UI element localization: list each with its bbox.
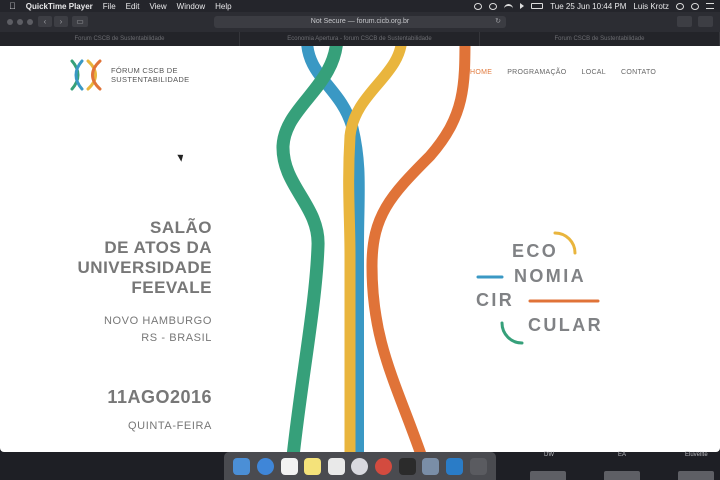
venue-line-4: FEEVALE bbox=[131, 278, 212, 297]
clock[interactable]: Tue 25 Jun 10:44 PM bbox=[550, 2, 626, 11]
event-weekday: QUINTA-FEIRA bbox=[128, 420, 212, 432]
terminal-icon[interactable] bbox=[398, 457, 416, 475]
apple-menu-icon[interactable]:  bbox=[9, 1, 16, 11]
address-text: Not Secure — forum.cicb.org.br bbox=[310, 18, 410, 25]
menu-help[interactable]: Help bbox=[215, 2, 231, 11]
venue-line-3: UNIVERSIDADE bbox=[77, 258, 212, 277]
finder-icon[interactable] bbox=[233, 457, 251, 475]
menu-edit[interactable]: Edit bbox=[126, 2, 140, 11]
forward-button[interactable]: › bbox=[54, 16, 68, 27]
brand-line-1: FÓRUM CSCB DE bbox=[111, 66, 178, 75]
notes-icon[interactable] bbox=[304, 457, 322, 475]
city-text: NOVO HAMBURGO RS - BRASIL bbox=[104, 313, 212, 347]
wifi-icon[interactable] bbox=[504, 3, 514, 9]
orange-ribbon bbox=[366, 46, 471, 452]
event-date: 11AGO2016 bbox=[107, 387, 212, 407]
nav-home[interactable]: HOME bbox=[470, 69, 492, 76]
menu-file[interactable]: File bbox=[103, 2, 116, 11]
tab-2[interactable]: Economia Apertura - forum CSCB de Susten… bbox=[240, 32, 480, 46]
share-button[interactable] bbox=[677, 16, 692, 27]
nav-contato[interactable]: CONTATO bbox=[621, 69, 656, 76]
battery-icon[interactable] bbox=[531, 3, 544, 9]
eco-word-1: ECO bbox=[512, 241, 559, 261]
new-tab-button[interactable] bbox=[698, 16, 713, 27]
thumb-label-3: Eluvellte bbox=[685, 452, 708, 458]
calendar-icon[interactable] bbox=[280, 457, 298, 475]
thumb-1[interactable] bbox=[530, 471, 566, 480]
forum-logo-icon[interactable] bbox=[66, 58, 106, 92]
menu-view[interactable]: View bbox=[149, 2, 166, 11]
web-page: FÓRUM CSCB DE SUSTENTABILIDADE HOME PROG… bbox=[0, 46, 720, 452]
menu-bar:  QuickTime Player File Edit View Window… bbox=[0, 0, 720, 12]
zoom-window-icon[interactable] bbox=[27, 19, 33, 25]
tab-bar: Forum CSCB de Sustentabilidade Economia … bbox=[0, 32, 720, 46]
sidebar-icon[interactable]: ▭ bbox=[72, 16, 88, 27]
safari-icon[interactable] bbox=[256, 457, 274, 475]
back-button[interactable]: ‹ bbox=[38, 16, 52, 27]
preview-icon[interactable] bbox=[422, 457, 440, 475]
volume-icon[interactable] bbox=[520, 3, 525, 9]
spotlight-icon[interactable] bbox=[676, 2, 684, 10]
thumb-label-2: EA bbox=[618, 452, 627, 458]
siri-icon[interactable] bbox=[691, 2, 699, 10]
photos-icon[interactable] bbox=[327, 457, 345, 475]
app-menu[interactable]: QuickTime Player bbox=[26, 2, 93, 11]
dock bbox=[224, 452, 496, 480]
vscode-icon[interactable] bbox=[445, 457, 463, 475]
nav-local[interactable]: LOCAL bbox=[582, 69, 606, 76]
close-window-icon[interactable] bbox=[7, 19, 13, 25]
economia-circular-logo: ECO NOMIA CIR CULAR bbox=[470, 231, 610, 361]
eco-word-3: CIR bbox=[476, 290, 515, 310]
browser-toolbar: ‹ › ▭ Not Secure — forum.cicb.org.br ↻ bbox=[0, 12, 720, 32]
chrome-icon[interactable] bbox=[375, 457, 393, 475]
notification-center-icon[interactable] bbox=[706, 3, 714, 9]
window-controls bbox=[7, 19, 33, 25]
nav-programacao[interactable]: PROGRAMAÇÃO bbox=[507, 69, 566, 76]
tab-1[interactable]: Forum CSCB de Sustentabilidade bbox=[0, 32, 240, 46]
site-nav: HOME PROGRAMAÇÃO LOCAL CONTATO bbox=[470, 69, 656, 76]
status-app-icon[interactable] bbox=[474, 2, 483, 10]
folder-icon[interactable] bbox=[469, 457, 487, 475]
thumb-2[interactable] bbox=[604, 471, 640, 480]
thumb-3[interactable] bbox=[678, 471, 714, 480]
green-ribbon bbox=[276, 46, 343, 452]
tab-3[interactable]: Forum CSCB de Sustentabilidade bbox=[480, 32, 720, 46]
address-bar[interactable]: Not Secure — forum.cicb.org.br ↻ bbox=[214, 16, 506, 28]
reload-icon[interactable]: ↻ bbox=[495, 16, 501, 28]
music-icon[interactable] bbox=[351, 457, 369, 475]
city-line-1: NOVO HAMBURGO bbox=[103, 315, 212, 327]
eco-word-4: CULAR bbox=[528, 315, 603, 335]
user-name[interactable]: Luis Krotz bbox=[633, 2, 669, 11]
brand-name[interactable]: FÓRUM CSCB DE SUSTENTABILIDADE bbox=[111, 66, 189, 84]
bluetooth-icon[interactable] bbox=[489, 2, 498, 10]
city-line-2: RS - BRASIL bbox=[141, 332, 212, 344]
venue-line-2: DE ATOS DA bbox=[104, 238, 212, 257]
brand-line-2: SUSTENTABILIDADE bbox=[111, 75, 190, 84]
venue-heading: SALÃO DE ATOS DA UNIVERSIDADE FEEVALE bbox=[78, 218, 212, 298]
thumb-label-1: DW bbox=[544, 452, 554, 458]
video-thumbnails: DW EA Eluvellte bbox=[500, 452, 720, 480]
minimize-window-icon[interactable] bbox=[17, 19, 23, 25]
venue-line-1: SALÃO bbox=[150, 218, 212, 237]
menu-window[interactable]: Window bbox=[177, 2, 205, 11]
eco-word-2: NOMIA bbox=[514, 266, 586, 286]
